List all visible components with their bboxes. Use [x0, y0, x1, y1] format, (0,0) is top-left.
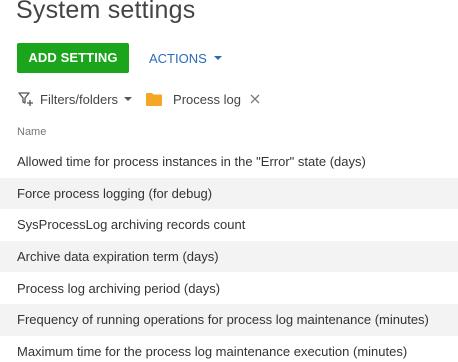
list-item[interactable]: Process log archiving period (days)	[0, 272, 458, 304]
filter-icon[interactable]	[17, 90, 35, 108]
selected-folder-name: Process log	[173, 91, 241, 107]
list-item[interactable]: SysProcessLog archiving records count	[0, 209, 458, 241]
folder-icon	[146, 92, 163, 106]
list-item[interactable]: Force process logging (for debug)	[0, 177, 458, 210]
filter-bar: Filters/folders Process log	[17, 88, 261, 110]
system-settings-page: System settings ADD SETTING ACTIONS Filt…	[0, 0, 458, 362]
list-item[interactable]: Archive data expiration term (days)	[0, 240, 458, 273]
actions-button[interactable]: ACTIONS	[149, 43, 222, 73]
actions-label: ACTIONS	[149, 50, 207, 66]
close-icon[interactable]	[249, 93, 261, 105]
filters-folders-label: Filters/folders	[40, 91, 119, 107]
list-item[interactable]: Frequency of running operations for proc…	[0, 303, 458, 336]
caret-down-icon	[213, 56, 222, 60]
filters-folders-dropdown[interactable]: Filters/folders	[40, 91, 133, 107]
list-item[interactable]: Allowed time for process instances in th…	[0, 146, 458, 178]
list-item[interactable]: Maximum time for the process log mainten…	[0, 336, 458, 362]
column-header-name[interactable]: Name	[17, 126, 46, 138]
add-setting-button[interactable]: ADD SETTING	[17, 43, 129, 73]
settings-list: Allowed time for process instances in th…	[0, 146, 458, 362]
caret-down-icon	[124, 97, 133, 101]
page-title: System settings	[16, 0, 196, 24]
